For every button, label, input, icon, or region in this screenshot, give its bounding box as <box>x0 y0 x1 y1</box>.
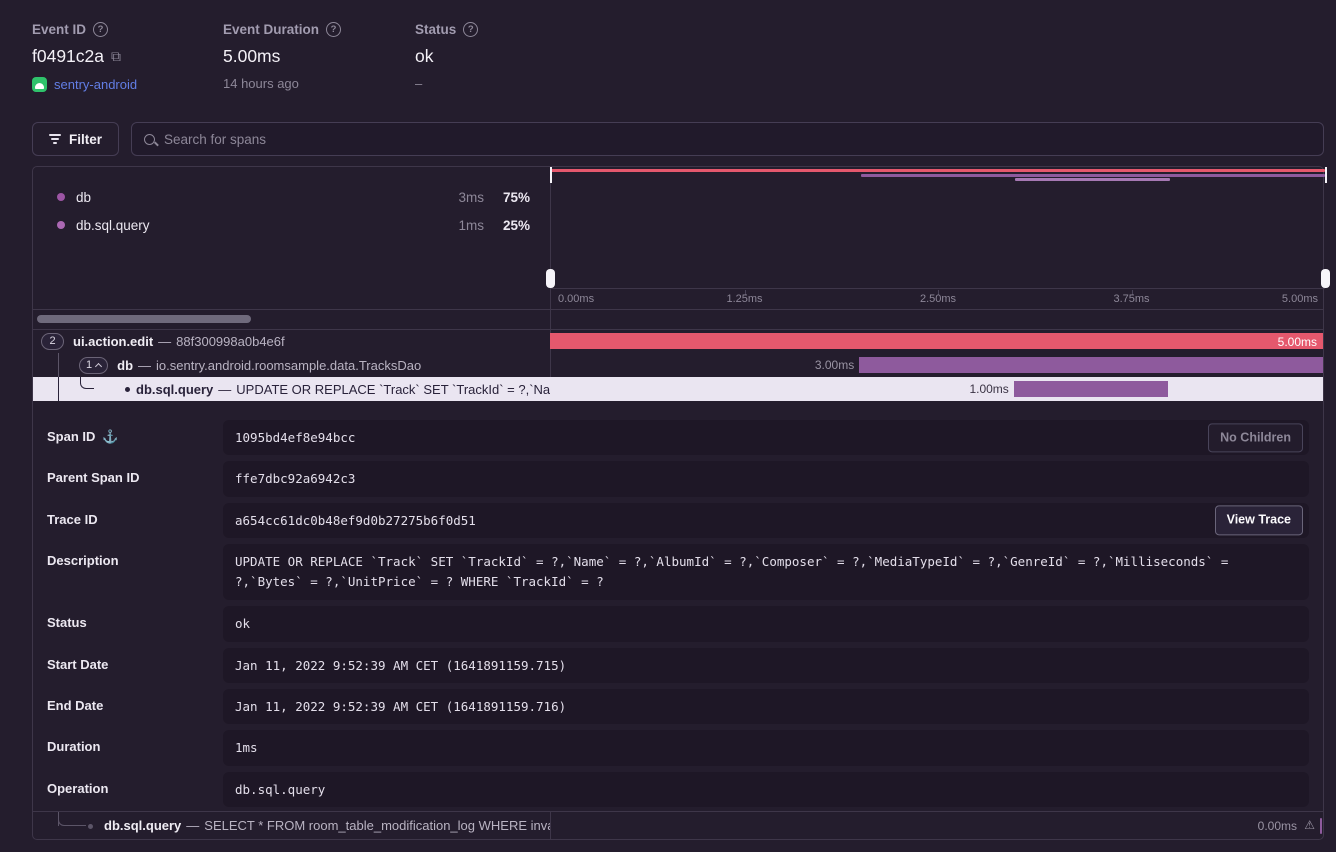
tree-elbow-connector <box>58 812 86 826</box>
span-details: Span ID⚓ 1095bd4ef8e94bcc No Children Pa… <box>33 401 1323 813</box>
minimap-span-db <box>861 174 1325 177</box>
end-date-value: Jan 11, 2022 9:52:39 AM CET (1641891159.… <box>223 689 1309 724</box>
children-count-badge[interactable]: 2 <box>41 333 64 350</box>
status-block: Status ? ok – <box>415 22 478 91</box>
event-id-block: Event ID ? f0491c2a ⧉ sentry-android <box>32 22 137 92</box>
axis-tick-4: 5.00ms <box>1282 293 1318 305</box>
project-link[interactable]: sentry-android <box>54 77 137 92</box>
time-axis: 0.00ms 1.25ms 2.50ms 3.75ms 5.00ms <box>551 290 1325 309</box>
event-id-value: f0491c2a <box>32 46 104 67</box>
parent-span-id-value: ffe7dbc92a6942c3 <box>223 461 1309 496</box>
span-row-db-sql-query-selected[interactable]: db.sql.query — UPDATE OR REPLACE `Track`… <box>33 377 1323 401</box>
span-bar: 5.00ms <box>550 333 1323 349</box>
android-platform-icon <box>32 77 47 92</box>
op-duration: 3ms <box>424 190 484 205</box>
span-detail-page: Event ID ? f0491c2a ⧉ sentry-android Eve… <box>0 0 1336 852</box>
search-input[interactable] <box>164 132 1311 147</box>
event-duration-block: Event Duration ? 5.00ms 14 hours ago <box>223 22 341 91</box>
op-color-dot <box>57 221 65 229</box>
anchor-icon[interactable]: ⚓ <box>102 429 118 445</box>
detail-row-end-date: End Date Jan 11, 2022 9:52:39 AM CET (16… <box>47 689 1309 724</box>
zero-duration-span-bar <box>1320 818 1323 834</box>
collapse-badge[interactable]: 1 <box>79 357 108 374</box>
ops-breakdown-row-db-sql-query[interactable]: db.sql.query 1ms 25% <box>33 211 550 239</box>
tree-elbow-connector <box>80 377 94 389</box>
detail-row-trace-id: Trace ID a654cc61dc0b48ef9d0b27275b6f0d5… <box>47 503 1309 538</box>
tree-scrollbar-thumb[interactable] <box>37 315 251 323</box>
span-row-ui-action-edit[interactable]: 2 ui.action.edit — 88f300998a0b4e6f 5.00… <box>33 329 1323 353</box>
tree-scrollbar <box>33 309 550 329</box>
tree-node-dot <box>88 824 93 829</box>
event-duration-label: Event Duration ? <box>223 22 341 37</box>
detail-row-parent-span-id: Parent Span ID ffe7dbc92a6942c3 <box>47 461 1309 496</box>
span-duration-label: 5.00ms <box>1278 335 1317 349</box>
minimap-span-db-sql-query <box>1015 178 1170 181</box>
event-age: 14 hours ago <box>223 76 341 91</box>
chevron-up-icon <box>95 362 102 369</box>
no-children-button: No Children <box>1208 423 1303 452</box>
axis-tick-2: 2.50ms <box>920 293 956 305</box>
search-box[interactable] <box>131 122 1324 156</box>
op-percent: 75% <box>484 190 530 205</box>
op-duration: 1ms <box>424 218 484 233</box>
search-icon <box>144 134 155 145</box>
trace-id-value: a654cc61dc0b48ef9d0b27275b6f0d51 View Tr… <box>223 503 1309 538</box>
minimap-left-handle[interactable] <box>546 167 555 289</box>
detail-row-operation: Operation db.sql.query <box>47 772 1309 807</box>
trace-panel: db 3ms 75% db.sql.query 1ms 25% 0.00ms 1… <box>32 166 1324 840</box>
axis-tick-3: 3.75ms <box>1113 293 1149 305</box>
detail-row-duration: Duration 1ms <box>47 730 1309 765</box>
minimap-span-ui-action-edit <box>551 169 1325 172</box>
duration-value: 1ms <box>223 730 1309 765</box>
detail-row-description: Description UPDATE OR REPLACE `Track` SE… <box>47 544 1309 600</box>
span-id-value: 1095bd4ef8e94bcc No Children <box>223 420 1309 455</box>
filter-icon <box>49 134 61 144</box>
detail-row-span-id: Span ID⚓ 1095bd4ef8e94bcc No Children <box>47 420 1309 455</box>
span-bar <box>1014 381 1169 397</box>
event-id-label: Event ID ? <box>32 22 137 37</box>
description-value: UPDATE OR REPLACE `Track` SET `TrackId` … <box>223 544 1309 600</box>
ops-breakdown: db 3ms 75% db.sql.query 1ms 25% <box>33 167 550 309</box>
help-icon[interactable]: ? <box>326 22 341 37</box>
help-icon[interactable]: ? <box>93 22 108 37</box>
op-percent: 25% <box>484 218 530 233</box>
span-row-db[interactable]: 1 db — io.sentry.android.roomsample.data… <box>33 353 1323 377</box>
status-secondary: – <box>415 76 478 91</box>
span-duration-label: 3.00ms <box>815 357 859 373</box>
status-value: ok <box>415 46 478 67</box>
trace-minimap[interactable] <box>551 167 1325 289</box>
span-row-db-sql-query-select[interactable]: db.sql.query — SELECT * FROM room_table_… <box>33 811 1323 839</box>
tree-connector <box>58 377 59 401</box>
ops-breakdown-row-db[interactable]: db 3ms 75% <box>33 183 550 211</box>
tree-connector <box>58 353 59 377</box>
toolbar: Filter <box>32 122 1324 156</box>
start-date-value: Jan 11, 2022 9:52:39 AM CET (1641891159.… <box>223 648 1309 683</box>
warning-icon: ⚠ <box>1304 818 1315 832</box>
axis-tick-1: 1.25ms <box>726 293 762 305</box>
event-duration-value: 5.00ms <box>223 46 341 67</box>
view-trace-button[interactable]: View Trace <box>1215 506 1303 535</box>
span-duration-label: 1.00ms <box>969 381 1013 397</box>
op-color-dot <box>57 193 65 201</box>
copy-icon[interactable]: ⧉ <box>111 48 121 65</box>
column-divider <box>550 811 551 839</box>
axis-tick-0: 0.00ms <box>558 293 594 305</box>
tree-node-dot <box>125 387 130 392</box>
help-icon[interactable]: ? <box>463 22 478 37</box>
status-label: Status ? <box>415 22 478 37</box>
status-field-value: ok <box>223 606 1309 641</box>
detail-row-start-date: Start Date Jan 11, 2022 9:52:39 AM CET (… <box>47 648 1309 683</box>
detail-row-status: Status ok <box>47 606 1309 641</box>
span-bar <box>859 357 1323 373</box>
filter-button[interactable]: Filter <box>32 122 119 156</box>
span-tree: 2 ui.action.edit — 88f300998a0b4e6f 5.00… <box>33 329 1323 401</box>
minimap-right-handle[interactable] <box>1321 167 1330 289</box>
span-duration-label: 0.00ms <box>1258 819 1297 833</box>
operation-value: db.sql.query <box>223 772 1309 807</box>
